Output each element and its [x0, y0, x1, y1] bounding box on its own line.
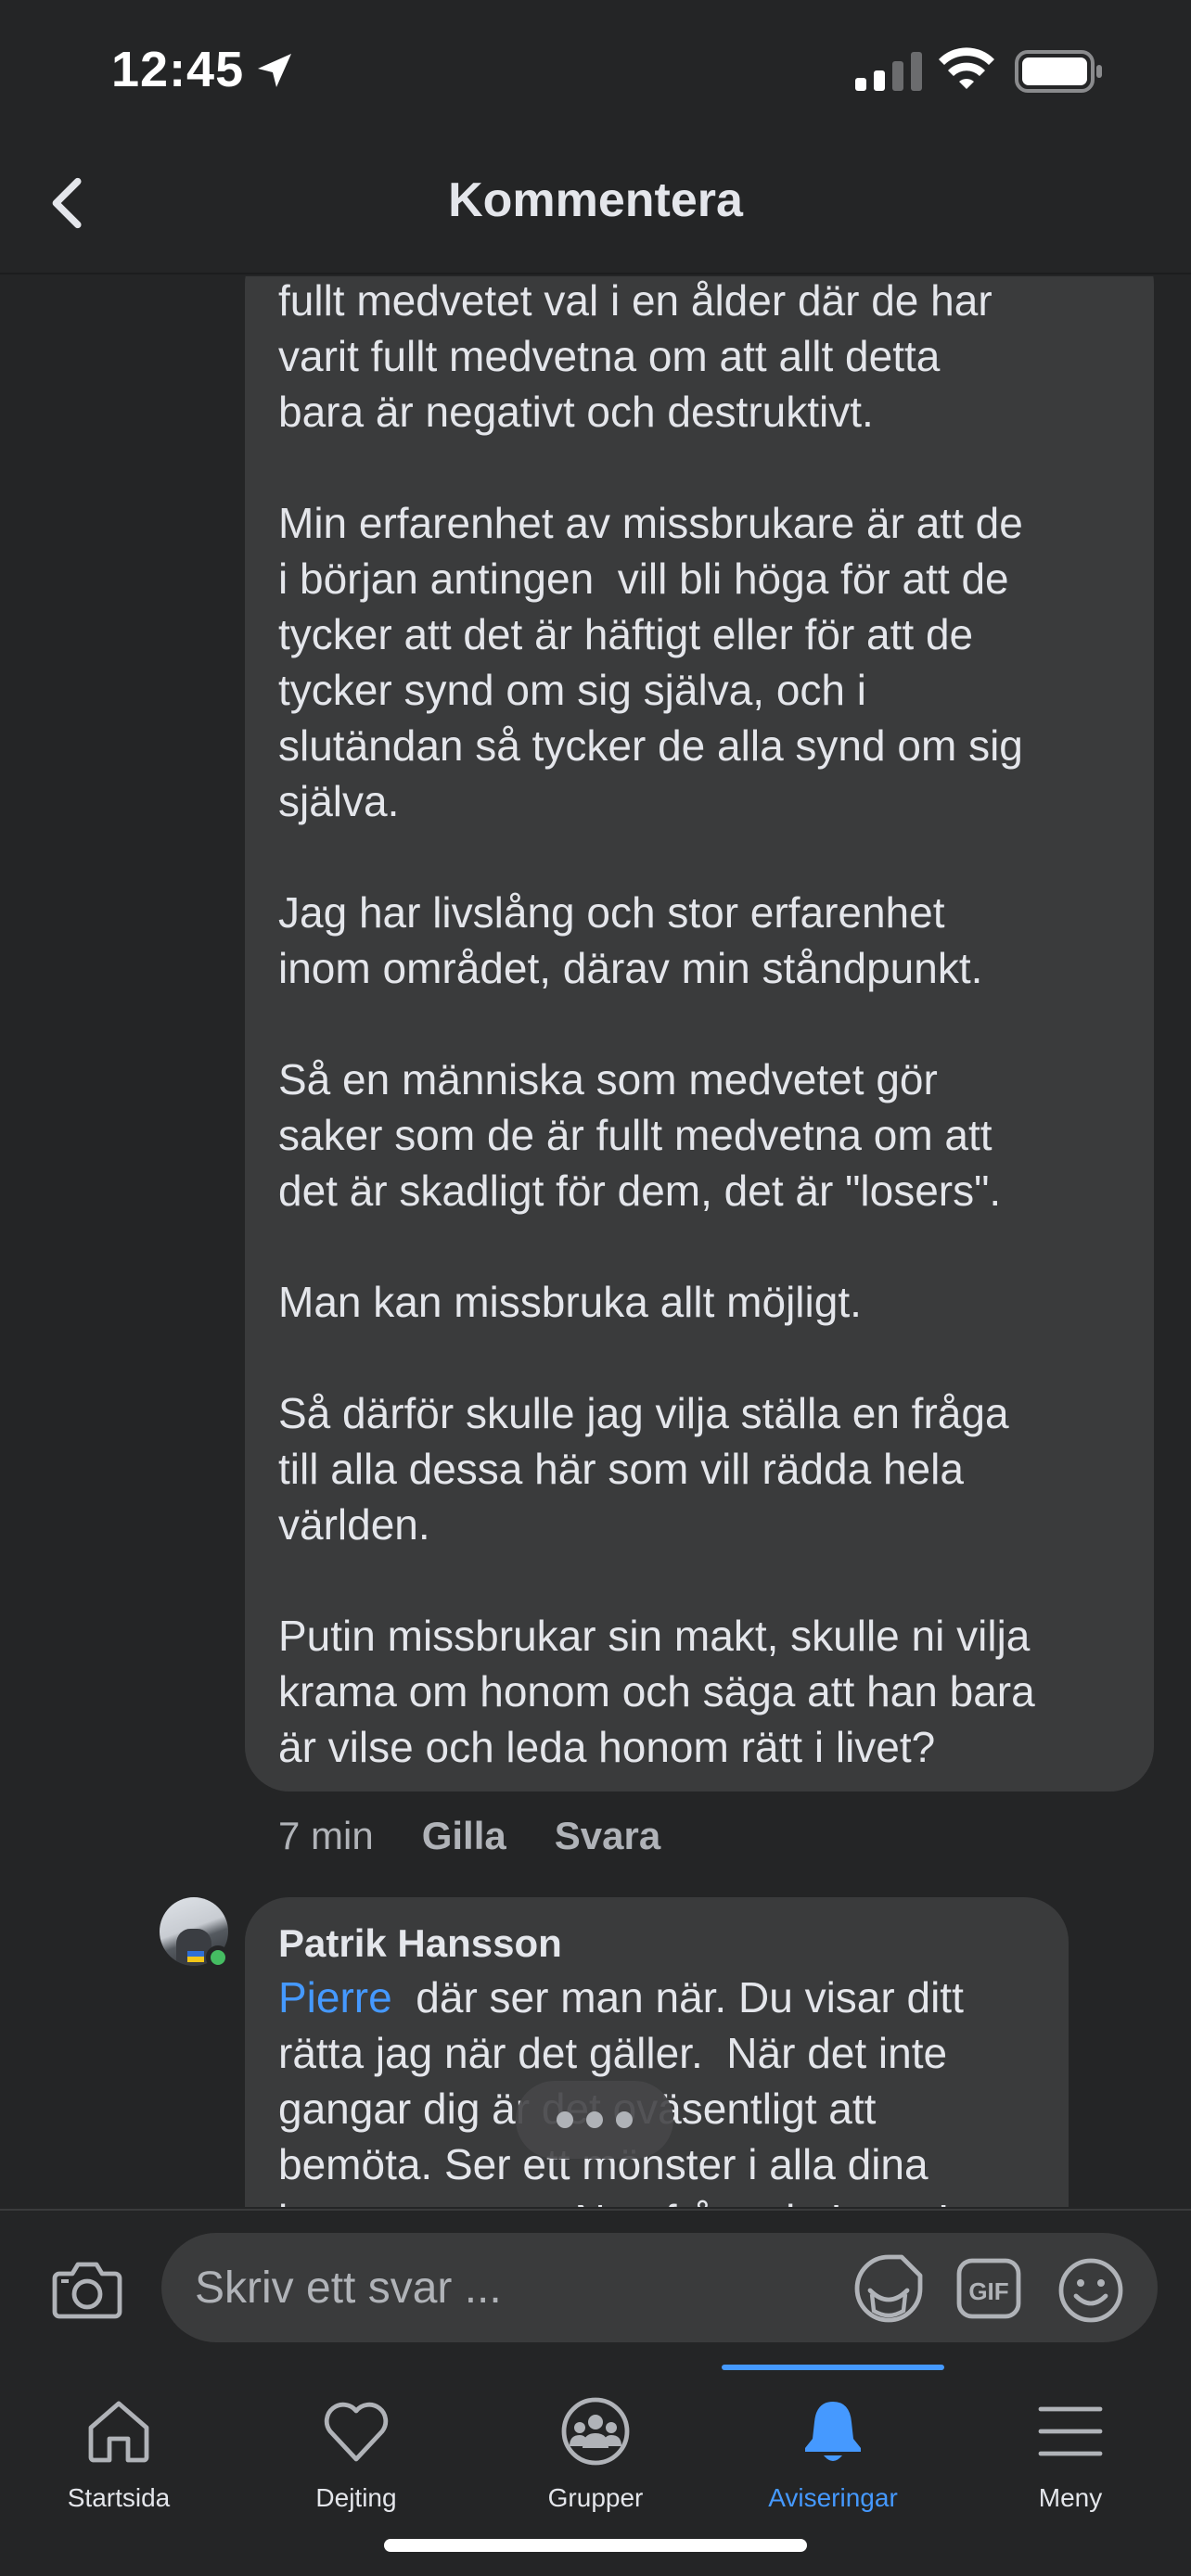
reply-author[interactable]: Patrik Hansson — [278, 1918, 1035, 1970]
gif-icon[interactable]: GIF — [955, 2257, 1022, 2320]
reply-button[interactable]: Svara — [555, 1814, 660, 1858]
emoji-icon[interactable] — [1057, 2257, 1124, 2324]
comment-bubble[interactable]: fullt medvetet val i en ålder där de har… — [245, 276, 1154, 1792]
tab-label: Dejting — [315, 2483, 397, 2512]
dot-icon — [616, 2111, 633, 2128]
svg-text:GIF: GIF — [968, 2277, 1008, 2305]
camera-icon[interactable] — [52, 2259, 122, 2320]
comment-thread[interactable]: fullt medvetet val i en ålder där de har… — [0, 276, 1191, 2207]
dot-icon — [586, 2111, 603, 2128]
tab-grupper[interactable]: Grupper — [477, 2383, 714, 2522]
menu-icon — [1038, 2406, 1103, 2456]
dot-icon — [557, 2111, 573, 2128]
wifi-icon — [939, 47, 994, 89]
reply-input[interactable]: Skriv ett svar ... GIF — [161, 2233, 1158, 2342]
reply-bubble[interactable]: Patrik Hansson Pierre där ser man när. D… — [245, 1897, 1069, 2207]
home-icon — [88, 2401, 149, 2463]
tab-label: Meny — [1038, 2483, 1103, 2512]
mention-link[interactable]: Pierre — [278, 1973, 392, 2021]
tab-startsida[interactable]: Startsida — [0, 2383, 237, 2522]
tab-label: Aviseringar — [768, 2483, 898, 2512]
battery-icon — [1015, 50, 1102, 93]
sticker-icon[interactable] — [853, 2253, 924, 2324]
heart-icon — [324, 2402, 389, 2462]
status-bar: 12:45 — [0, 0, 1191, 139]
reply-composer: Skriv ett svar ... GIF — [0, 2209, 1191, 2365]
active-tab-indicator — [722, 2365, 944, 2370]
tab-label: Startsida — [67, 2483, 171, 2512]
location-arrow-icon — [258, 54, 291, 87]
home-indicator[interactable] — [384, 2539, 807, 2552]
more-options-button[interactable] — [516, 2081, 673, 2159]
groups-icon — [561, 2397, 630, 2466]
tab-aviseringar[interactable]: Aviseringar — [714, 2383, 952, 2522]
tab-label: Grupper — [547, 2483, 644, 2512]
comment-actions: 7 min Gilla Svara — [278, 1808, 709, 1864]
page-title: Kommentera — [448, 173, 743, 227]
tab-dejting[interactable]: Dejting — [237, 2383, 475, 2522]
like-button[interactable]: Gilla — [422, 1814, 506, 1858]
online-status-dot — [206, 1945, 230, 1970]
cellular-signal-icon — [855, 52, 922, 91]
comment-text: fullt medvetet val i en ålder där de har… — [278, 276, 1035, 1771]
tab-meny[interactable]: Meny — [952, 2383, 1189, 2522]
bell-icon — [805, 2402, 861, 2461]
comment-time: 7 min — [278, 1814, 374, 1857]
header: Kommentera — [0, 139, 1191, 274]
status-time: 12:45 — [111, 42, 245, 97]
reply-input-placeholder: Skriv ett svar ... — [195, 2264, 502, 2313]
